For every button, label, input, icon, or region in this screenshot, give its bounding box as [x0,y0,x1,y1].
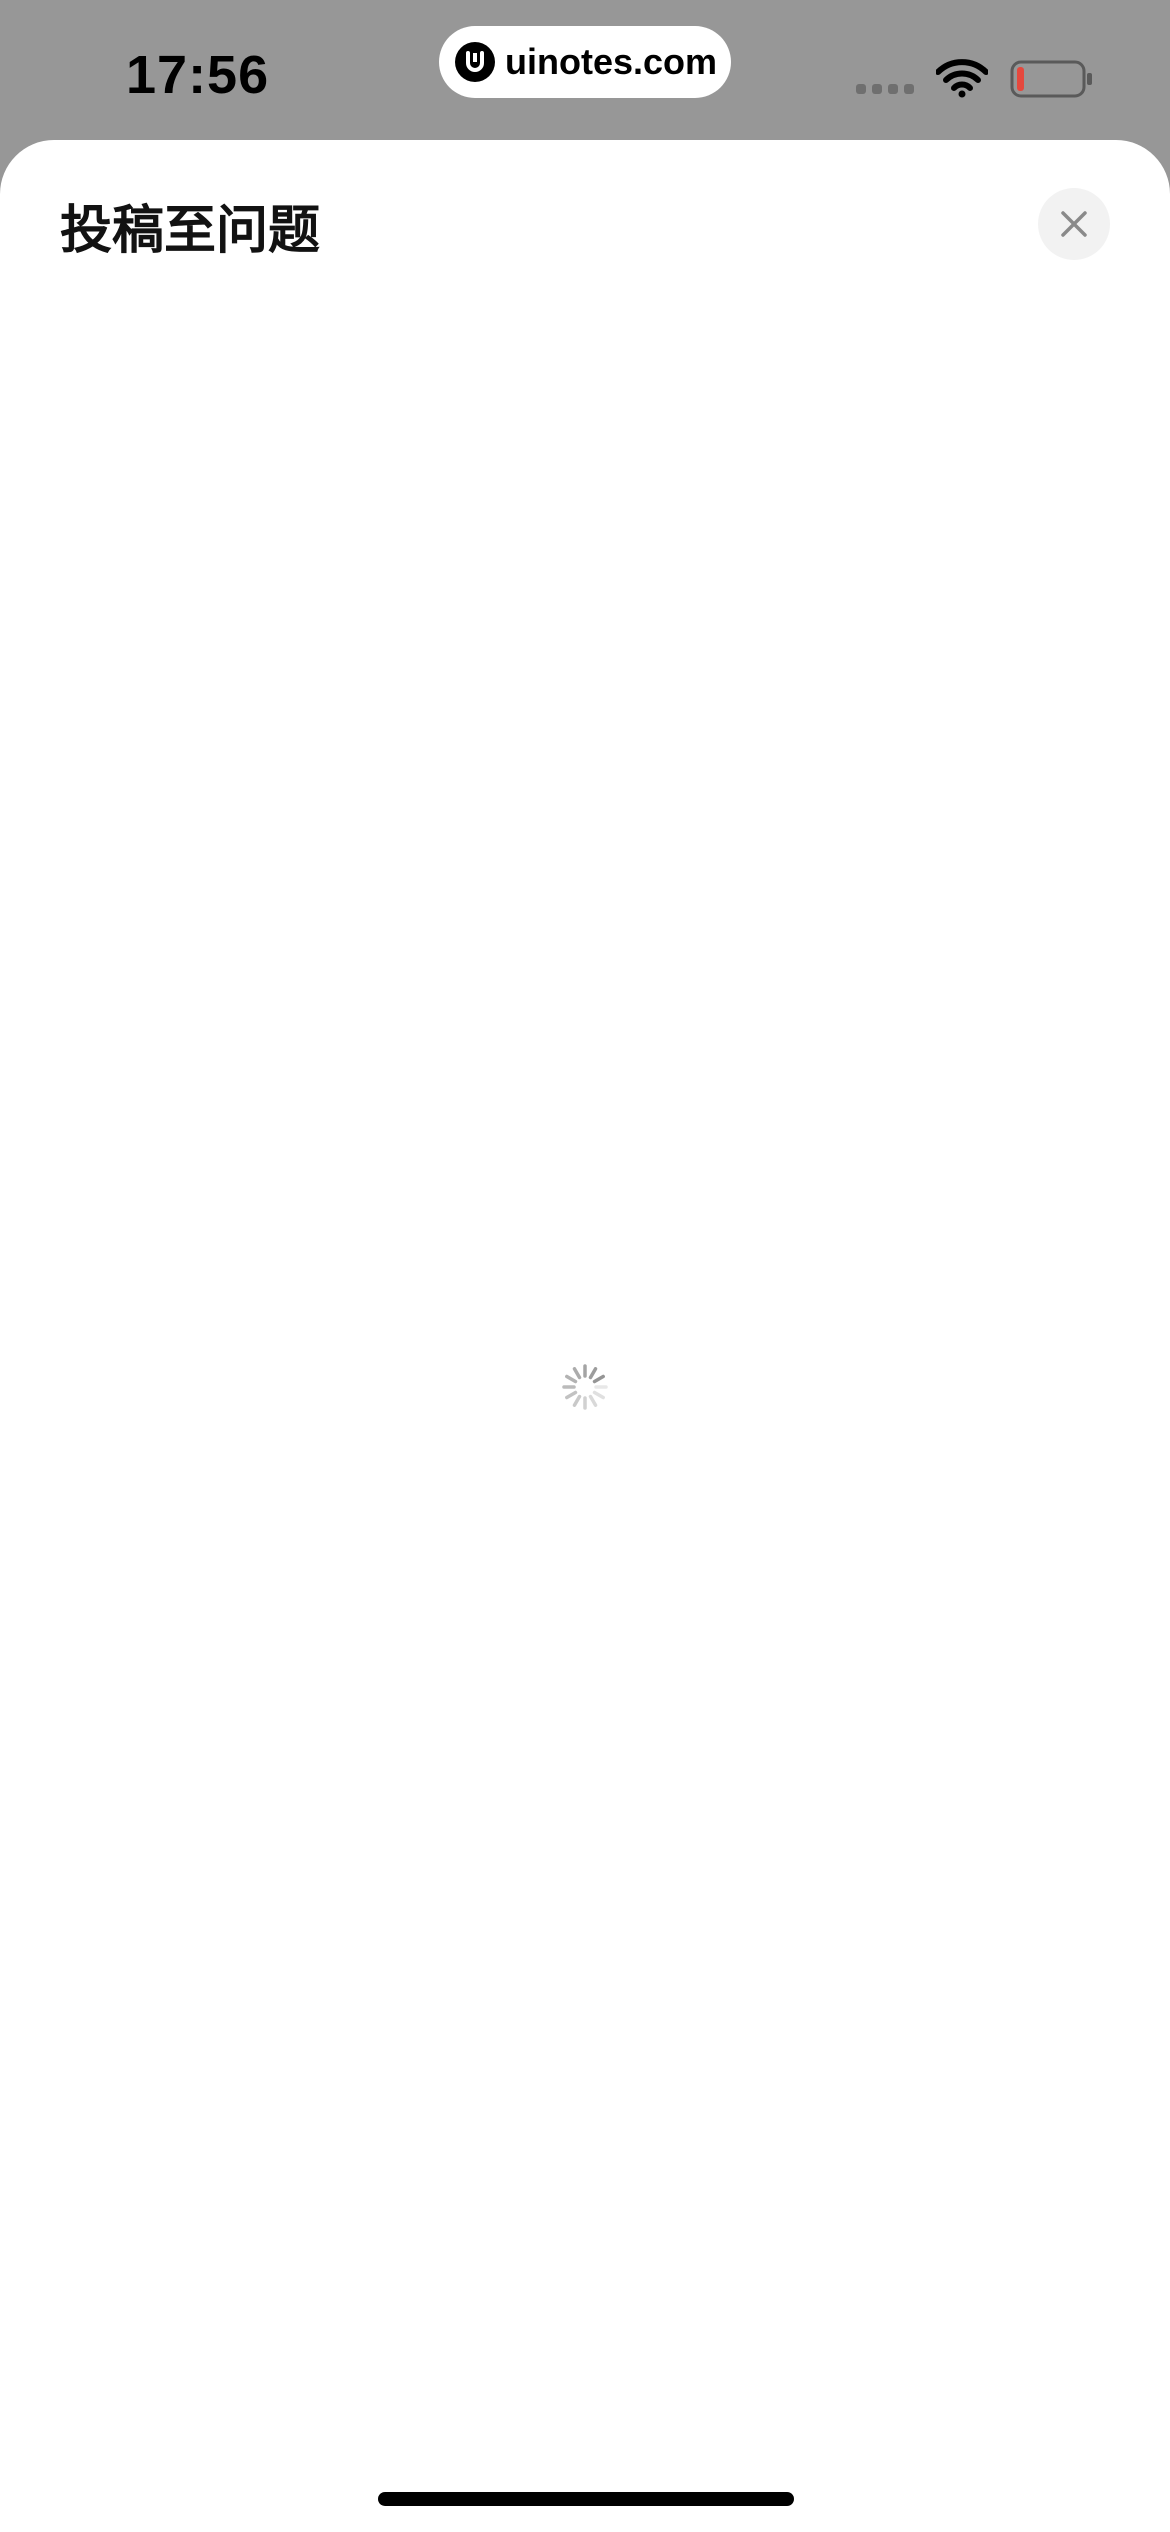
spinner-icon [562,1364,608,1415]
close-icon [1061,211,1087,237]
spinner-spoke [592,1374,605,1384]
sheet-title: 投稿至问题 [60,202,321,260]
close-button[interactable] [1038,188,1110,260]
spinner-spoke [572,1367,582,1380]
spinner-spoke [588,1394,598,1407]
status-bar: 17:56 uinotes.com [0,0,1170,140]
spinner-spoke [565,1390,578,1400]
spinner-spoke [565,1374,578,1384]
spinner-spoke [572,1394,582,1407]
status-time: 17:56 [126,45,270,105]
url-pill[interactable]: uinotes.com [439,26,731,98]
bottom-sheet: 投稿至问题 [0,140,1170,2532]
uinotes-logo-icon [455,42,495,82]
battery-icon [1010,60,1094,105]
cellular-signal-icon [856,84,914,94]
url-text: uinotes.com [505,41,718,82]
spinner-spoke [592,1390,605,1400]
wifi-icon [935,58,989,103]
spinner-spoke [588,1367,598,1380]
home-indicator [378,2492,794,2506]
